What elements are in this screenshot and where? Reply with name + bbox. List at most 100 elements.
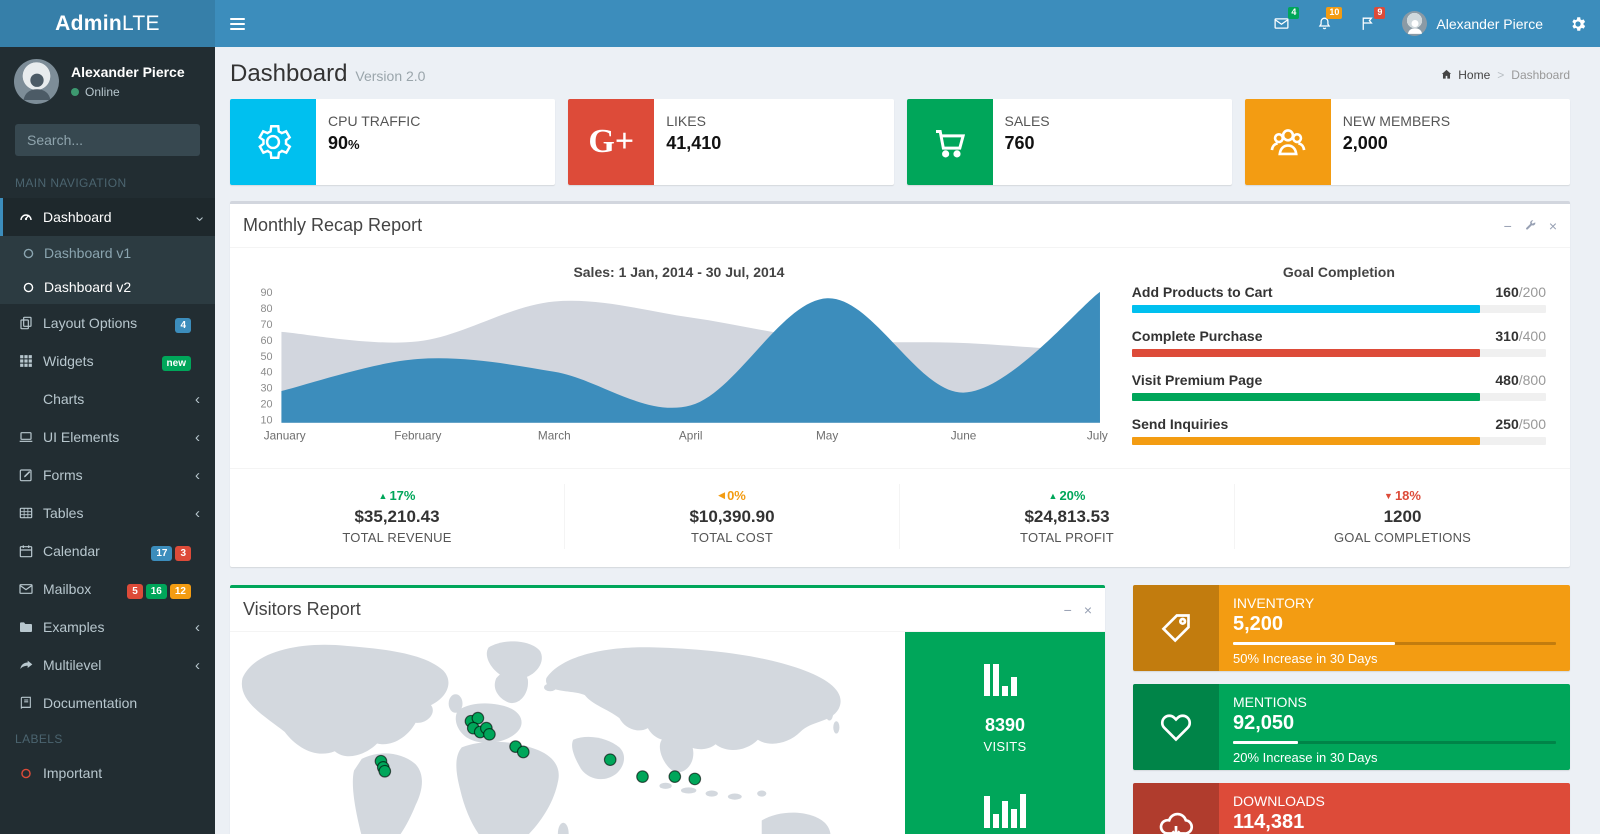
sidebar-item-layout-options[interactable]: Layout Options 4 [0,304,215,342]
recap-box-header: Monthly Recap Report − × [230,204,1570,248]
sidebar-item-dashboard-v1[interactable]: Dashboard v1 [0,236,215,270]
sidebar-item-label: Layout Options [43,315,138,331]
map-marker[interactable] [603,753,617,767]
info-box-likes: G+ LIKES 41,410 [568,99,894,185]
badge: new [161,356,191,371]
folder-icon [20,622,32,632]
sidebar-search [15,124,200,156]
online-dot-icon [71,88,79,96]
sidebar-item-calendar[interactable]: Calendar 17 3 [0,532,215,570]
y-tick-label: 70 [261,319,273,331]
visitors-stat-value: 8390 [984,715,1026,735]
summary-stat: ◀ 0% $10,390.90 TOTAL COST [565,484,900,549]
search-input[interactable] [15,124,200,156]
summary-stat: ▼ 18% 1200 GOAL COMPLETIONS [1235,484,1570,549]
info-box-value: 760 [1004,133,1035,153]
continent-australia [761,812,831,834]
breadcrumb-home-link[interactable]: Home [1440,68,1490,82]
x-tick-label: February [394,428,441,442]
caret-icon: ▼ [1384,490,1393,501]
progress-bar [1233,741,1556,744]
close-button[interactable]: × [1549,219,1557,233]
sidebar-item-forms[interactable]: Forms ‹ [0,456,215,494]
sidebar-item-mailbox[interactable]: Mailbox 5 16 12 [0,570,215,608]
info-box-value: 41,410 [666,133,722,153]
sidebar-item-dashboard[interactable]: Dashboard ‹ [0,198,215,236]
recap-box-body: Sales: 1 Jan, 2014 - 30 Jul, 2014 90 80 70… [230,248,1570,460]
sidebar-item-charts[interactable]: Charts ‹ [0,380,215,418]
sidebar-item-widgets[interactable]: Widgets new [0,342,215,380]
map-marker[interactable] [378,764,392,778]
goal-number: 310/400 [1495,328,1546,344]
goal-label: Add Products to Cart [1131,284,1273,300]
map-marker[interactable] [668,770,682,783]
bar-chart-icon [983,794,1026,828]
progress-bar [1233,642,1556,645]
control-sidebar-toggle[interactable] [1556,0,1600,47]
bar-chart-icon [984,664,1017,696]
collapse-button[interactable]: − [1504,219,1512,233]
tasks-menu[interactable]: 9 [1346,0,1389,47]
map-marker[interactable] [516,745,530,759]
progress-fill [1233,741,1298,744]
sidebar-item-tables[interactable]: Tables ‹ [0,494,215,532]
progress-fill [1233,642,1395,645]
google-plus-icon: G+ [568,99,655,185]
book-icon [20,696,31,710]
sidebar-item-documentation[interactable]: Documentation [0,684,215,722]
sidebar-item-multilevel[interactable]: Multilevel ‹ [0,646,215,684]
brand-light: LTE [121,11,160,35]
x-tick-label: July [1087,428,1108,442]
x-tick-label: May [816,428,838,442]
badge: 5 [127,584,143,599]
sidebar-item-label: Charts [43,391,85,407]
sidebar-item-dashboard-v2[interactable]: Dashboard v2 [0,270,215,304]
info-box-label: NEW MEMBERS [1342,113,1451,129]
brand-logo[interactable]: Admin LTE [0,0,215,47]
sales-area-chart: 90 80 70 60 50 40 30 20 10January February March Ap… [261,287,1108,443]
chevron-icon: ‹ [195,466,200,484]
top-navbar: 4 10 9 Alexander Pierce [215,0,1600,47]
laptop-icon [19,432,33,442]
x-tick-label: March [538,428,571,442]
goal-progress-group: Visit Premium Page 480/800 [1131,372,1546,401]
settings-button[interactable] [1524,219,1537,232]
sidebar-label-important[interactable]: Important [0,754,215,792]
sidebar-toggle-button[interactable] [215,0,260,47]
heart-icon [1133,684,1219,770]
sidebar-item-label: Widgets [43,353,94,369]
map-marker[interactable] [688,772,702,786]
sidebar-item-ui-elements[interactable]: UI Elements ‹ [0,418,215,456]
summary-box-label: DOWNLOADS [1233,793,1325,809]
avatar [14,59,59,104]
caret-icon: ◀ [718,490,726,500]
badge: 17 [151,546,173,561]
y-tick-label: 10 [261,415,273,427]
progress-fill [1131,393,1480,401]
goal-progress-group: Add Products to Cart 160/200 [1131,284,1546,313]
cart-icon [906,99,993,185]
chevron-icon: ‹ [195,656,200,674]
notifications-menu[interactable]: 10 [1303,0,1346,47]
progress-fill [1131,305,1480,313]
messages-menu[interactable]: 4 [1260,0,1303,47]
share-icon [20,660,33,670]
y-tick-label: 20 [261,399,273,411]
x-tick-label: April [679,428,703,442]
sidebar-labels-header: LABELS [15,732,63,746]
map-marker[interactable] [483,727,496,741]
goal-list: Add Products to Cart 160/200 Complete Pu… [1131,284,1546,445]
circle-o-icon [21,768,31,778]
map-marker[interactable] [636,770,649,783]
user-menu[interactable]: Alexander Pierce [1389,0,1556,47]
summary-box-mentions: MENTIONS 92,050 20% Increase in 30 Days [1133,684,1570,770]
collapse-button[interactable]: − [1064,603,1072,617]
world-map [230,632,905,834]
progress-bar [1131,393,1546,401]
sidebar-item-examples[interactable]: Examples ‹ [0,608,215,646]
sidebar-user-status[interactable]: Online [71,85,185,99]
close-button[interactable]: × [1084,603,1092,617]
goal-progress-group: Complete Purchase 310/400 [1131,328,1546,357]
summary-box-value: 92,050 [1233,712,1295,734]
top-header: Admin LTE 4 10 9 Alexander Pierce [0,0,1600,47]
